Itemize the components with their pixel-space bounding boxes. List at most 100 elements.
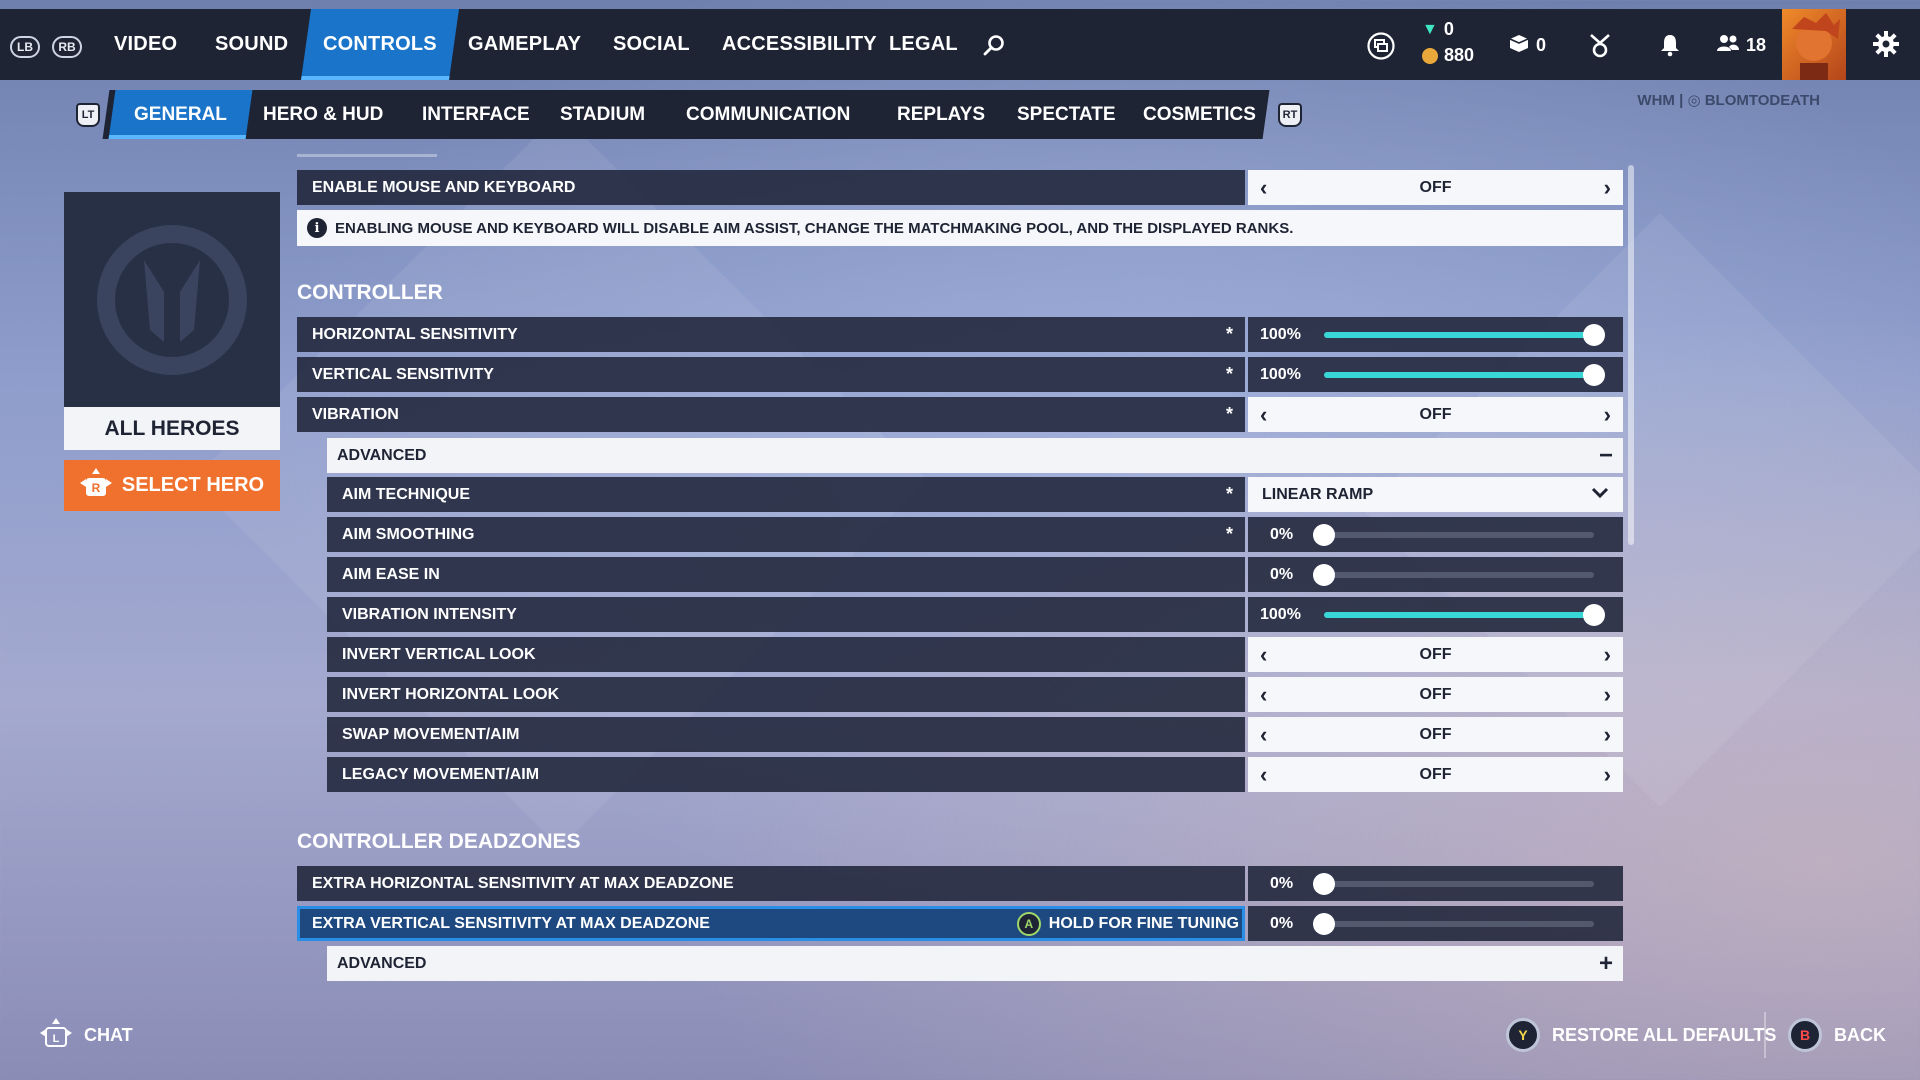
setting-row: VERTICAL SENSITIVITY * 100% — [297, 357, 1623, 392]
restore-defaults-button[interactable]: Y RESTORE ALL DEFAULTS — [1506, 1018, 1776, 1052]
tab-sound[interactable]: SOUND — [215, 9, 288, 80]
y-button-icon: Y — [1506, 1018, 1540, 1052]
a-button-icon: A — [1016, 911, 1041, 936]
slider-knob[interactable] — [1313, 912, 1335, 935]
setting-row-selected: EXTRA VERTICAL SENSITIVITY AT MAX DEADZO… — [297, 906, 1623, 941]
settings-gear-icon[interactable] — [1872, 30, 1900, 63]
slider-fill — [1324, 611, 1594, 618]
chevron-left-icon[interactable]: ‹ — [1260, 762, 1267, 788]
chevron-right-icon[interactable]: › — [1604, 722, 1611, 748]
default-modified-star-icon: * — [1225, 324, 1233, 344]
expand-plus-icon[interactable]: + — [1599, 950, 1613, 978]
hero-portrait — [64, 192, 280, 407]
setting-label: AIM TECHNIQUE * — [327, 477, 1245, 512]
setting-row: VIBRATION * ‹ OFF › — [297, 397, 1623, 432]
setting-row: ENABLE MOUSE AND KEYBOARD ‹ OFF › — [297, 170, 1623, 205]
clipped-heading — [297, 149, 437, 157]
vertical-sensitivity-slider[interactable]: 100% — [1248, 357, 1623, 392]
vibration-intensity-slider[interactable]: 100% — [1248, 597, 1623, 632]
setting-label: AIM EASE IN — [327, 557, 1245, 592]
setting-label: LEGACY MOVEMENT/AIM — [327, 757, 1245, 792]
scrollbar[interactable] — [1628, 165, 1634, 545]
slider-track[interactable] — [1324, 323, 1605, 346]
collapse-minus-icon[interactable]: − — [1599, 442, 1613, 470]
mouse-keyboard-toggle[interactable]: ‹ OFF › — [1248, 170, 1623, 205]
vibration-toggle[interactable]: ‹ OFF › — [1248, 397, 1623, 432]
slider-fill — [1324, 331, 1594, 338]
chevron-down-icon[interactable] — [1591, 486, 1609, 504]
slider-knob[interactable] — [1313, 563, 1335, 586]
chevron-left-icon[interactable]: ‹ — [1260, 722, 1267, 748]
player-avatar[interactable] — [1782, 9, 1846, 80]
slider-knob[interactable] — [1583, 603, 1605, 626]
setting-row: AIM TECHNIQUE * LINEAR RAMP — [327, 477, 1623, 512]
right-stick-icon: R — [79, 467, 112, 504]
advanced-expander[interactable]: ADVANCED − — [327, 438, 1623, 473]
section-heading-deadzones: CONTROLLER DEADZONES — [297, 830, 581, 853]
chevron-right-icon[interactable]: › — [1604, 402, 1611, 428]
fine-tuning-hint: A HOLD FOR FINE TUNING — [1016, 911, 1239, 936]
left-stick-icon: L — [40, 1018, 72, 1053]
chevron-right-icon[interactable]: › — [1604, 762, 1611, 788]
aim-smoothing-slider[interactable]: 0% — [1248, 517, 1623, 552]
aim-technique-dropdown[interactable]: LINEAR RAMP — [1248, 477, 1623, 512]
chevron-right-icon[interactable]: › — [1604, 175, 1611, 201]
chevron-left-icon[interactable]: ‹ — [1260, 175, 1267, 201]
aim-ease-in-slider[interactable]: 0% — [1248, 557, 1623, 592]
default-modified-star-icon: * — [1225, 364, 1233, 384]
overwatch-logo-icon — [97, 224, 247, 375]
chevron-left-icon[interactable]: ‹ — [1260, 642, 1267, 668]
overwatch-logo-icon: ◎ — [1687, 92, 1701, 109]
slider-track[interactable] — [1313, 563, 1594, 586]
slider-track[interactable] — [1324, 603, 1605, 626]
setting-label: ENABLE MOUSE AND KEYBOARD — [297, 170, 1245, 205]
setting-label: INVERT VERTICAL LOOK — [327, 637, 1245, 672]
setting-label: INVERT HORIZONTAL LOOK — [327, 677, 1245, 712]
invert-vertical-toggle[interactable]: ‹ OFF › — [1248, 637, 1623, 672]
hero-card: ALL HEROES R SELECT HERO — [64, 192, 280, 511]
chat-button[interactable]: L CHAT — [40, 1018, 133, 1053]
chevron-right-icon[interactable]: › — [1604, 682, 1611, 708]
notifications-bell-icon[interactable] — [1659, 33, 1681, 62]
chevron-left-icon[interactable]: ‹ — [1260, 682, 1267, 708]
rb-button-icon[interactable]: RB — [52, 36, 82, 58]
lt-trigger-icon[interactable]: LT — [76, 103, 100, 127]
slider-knob[interactable] — [1313, 523, 1335, 546]
chevron-right-icon[interactable]: › — [1604, 642, 1611, 668]
select-hero-button[interactable]: R SELECT HERO — [64, 460, 280, 511]
slider-track[interactable] — [1313, 912, 1594, 935]
advanced-expander[interactable]: ADVANCED + — [327, 946, 1623, 981]
account-label: WHM | ◎ BLOMTODEATH — [1637, 92, 1820, 109]
hero-name: ALL HEROES — [64, 407, 280, 450]
friends-icon — [1716, 33, 1740, 58]
lb-button-icon[interactable]: LB — [10, 36, 40, 58]
subtab-general[interactable]: GENERAL — [108, 90, 253, 139]
slider-track[interactable] — [1324, 363, 1605, 386]
info-icon: i — [307, 218, 327, 238]
extra-horizontal-slider[interactable]: 0% — [1248, 866, 1623, 901]
swap-movement-toggle[interactable]: ‹ OFF › — [1248, 717, 1623, 752]
b-button-icon: B — [1788, 1018, 1822, 1052]
invert-horizontal-toggle[interactable]: ‹ OFF › — [1248, 677, 1623, 712]
extra-vertical-slider[interactable]: 0% — [1248, 906, 1623, 941]
slider-track[interactable] — [1313, 872, 1594, 895]
default-modified-star-icon: * — [1225, 484, 1233, 504]
slider-knob[interactable] — [1583, 363, 1605, 386]
tab-video[interactable]: VIDEO — [114, 9, 177, 80]
setting-row: SWAP MOVEMENT/AIM ‹ OFF › — [327, 717, 1623, 752]
default-modified-star-icon: * — [1225, 404, 1233, 424]
info-banner: i ENABLING MOUSE AND KEYBOARD WILL DISAB… — [297, 210, 1623, 246]
setting-row: AIM EASE IN 0% — [327, 557, 1623, 592]
settings-list: ENABLE MOUSE AND KEYBOARD ‹ OFF › i ENAB… — [297, 0, 1623, 1080]
back-button[interactable]: B BACK — [1788, 1018, 1886, 1052]
slider-knob[interactable] — [1583, 323, 1605, 346]
setting-row: EXTRA HORIZONTAL SENSITIVITY AT MAX DEAD… — [297, 866, 1623, 901]
slider-fill — [1324, 371, 1594, 378]
legacy-movement-toggle[interactable]: ‹ OFF › — [1248, 757, 1623, 792]
slider-track[interactable] — [1313, 523, 1594, 546]
chevron-left-icon[interactable]: ‹ — [1260, 402, 1267, 428]
svg-text:R: R — [92, 481, 101, 495]
friends-counter[interactable]: 18 — [1716, 33, 1766, 58]
slider-knob[interactable] — [1313, 872, 1335, 895]
horizontal-sensitivity-slider[interactable]: 100% — [1248, 317, 1623, 352]
